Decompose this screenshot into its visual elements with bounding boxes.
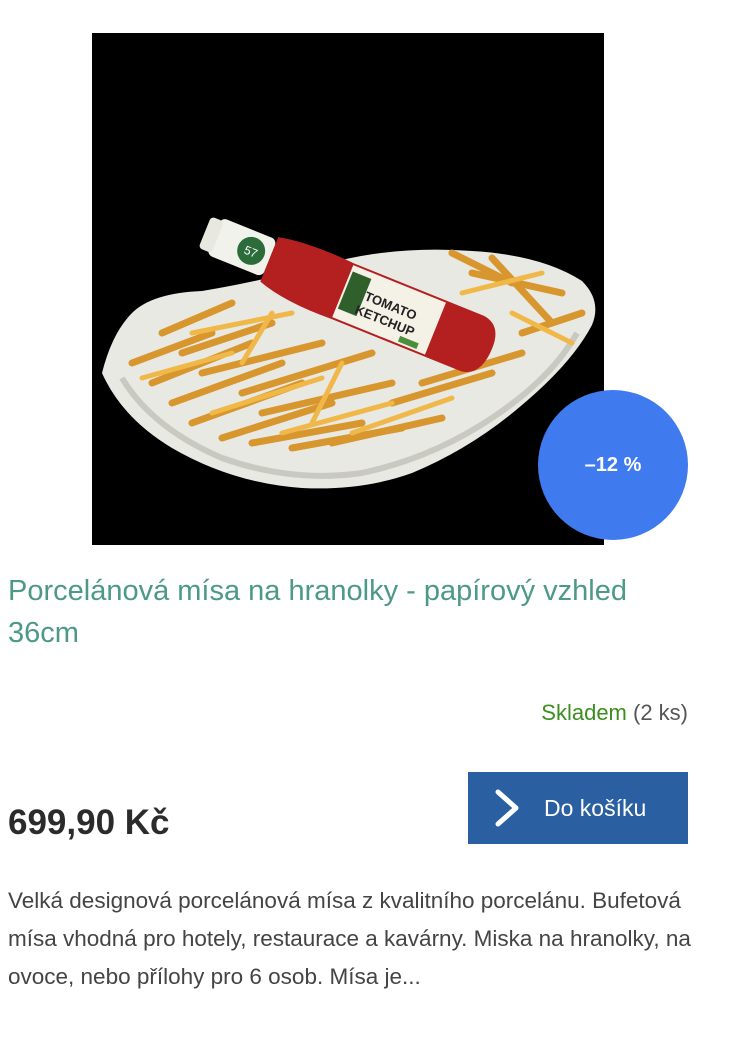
stock-count: (2 ks) xyxy=(633,700,688,725)
stock-status: Skladem xyxy=(541,700,627,725)
chevron-right-icon xyxy=(492,788,540,828)
discount-label: –12 % xyxy=(584,453,642,476)
add-to-cart-label: Do košíku xyxy=(544,794,647,821)
product-price: 699,90 Kč xyxy=(8,803,170,842)
product-image[interactable]: 57 TOMATO KETCHUP xyxy=(92,33,604,545)
fries-bowl-photo: 57 TOMATO KETCHUP xyxy=(92,33,604,545)
product-title-link[interactable]: Porcelánová mísa na hranolky - papírový … xyxy=(8,570,648,654)
availability: Skladem (2 ks) xyxy=(541,700,688,726)
product-description: Velká designová porcelánová mísa z kvali… xyxy=(8,888,691,989)
discount-badge: –12 % xyxy=(538,390,688,540)
add-to-cart-button[interactable]: Do košíku xyxy=(468,772,688,844)
